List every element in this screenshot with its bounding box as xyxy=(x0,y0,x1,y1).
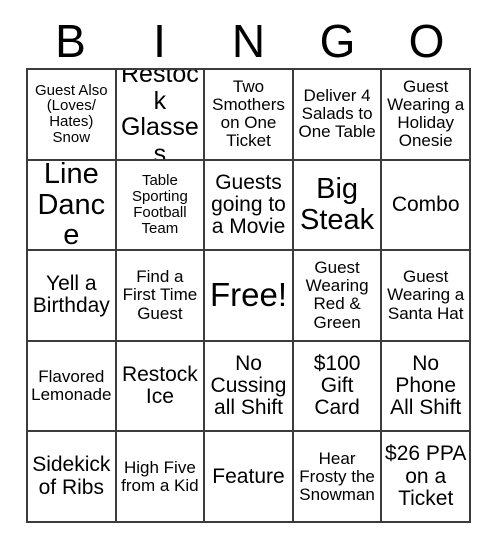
bingo-card: B I N G O Guest Also (Loves/ Hates) Snow… xyxy=(0,0,500,544)
bingo-cell-i3[interactable]: Find a First Time Guest xyxy=(116,251,206,342)
bingo-cell-text: No Cussing all Shift xyxy=(210,351,287,420)
bingo-cell-text: Sidekick of Ribs xyxy=(32,453,111,499)
bingo-cell-o5[interactable]: $26 PPA on a Ticket xyxy=(382,432,471,523)
bingo-cell-n1[interactable]: Two Smothers on One Ticket xyxy=(205,70,294,161)
bingo-cell-o3[interactable]: Guest Wearing a Santa Hat xyxy=(382,251,471,342)
bingo-cell-i2[interactable]: Table Sporting Football Team xyxy=(116,160,206,252)
bingo-cell-text: Combo xyxy=(391,192,460,216)
bingo-cell-text: Restock Glasses xyxy=(120,70,199,161)
bingo-cell-text: Guest Also (Loves/ Hates) Snow xyxy=(35,81,108,147)
bingo-cell-b3[interactable]: Yell a Birthday xyxy=(28,251,117,342)
bingo-cell-text: High Five from a Kid xyxy=(121,457,199,495)
bingo-cell-text: Two Smothers on One Ticket xyxy=(212,77,285,151)
bingo-header-row: B I N G O xyxy=(26,14,471,68)
bingo-cell-n2[interactable]: Guests going to a Movie xyxy=(205,160,294,252)
bingo-cell-text: Free! xyxy=(209,276,287,313)
bingo-cell-text: $26 PPA on a Ticket xyxy=(385,442,467,510)
bingo-cell-text: Restock Ice xyxy=(121,362,198,409)
bingo-cell-text: Yell a Birthday xyxy=(32,272,110,318)
bingo-cell-g1[interactable]: Deliver 4 Salads to One Table xyxy=(293,70,383,161)
bingo-cell-text: Find a First Time Guest xyxy=(122,267,198,323)
bingo-cell-b5[interactable]: Sidekick of Ribs xyxy=(28,432,117,523)
bingo-cell-text: Guest Wearing Red & Green xyxy=(305,258,369,332)
bingo-cell-b2[interactable]: Line Dance xyxy=(28,160,117,252)
bingo-cell-text: $100 Gift Card xyxy=(313,351,361,420)
bingo-cell-b1[interactable]: Guest Also (Loves/ Hates) Snow xyxy=(28,70,117,161)
bingo-header-letter-b: B xyxy=(55,15,86,67)
bingo-cell-text: Big Steak xyxy=(300,173,375,236)
bingo-cell-g3[interactable]: Guest Wearing Red & Green xyxy=(293,251,383,342)
bingo-cell-text: Deliver 4 Salads to One Table xyxy=(298,86,376,142)
bingo-cell-text: Line Dance xyxy=(37,160,106,252)
bingo-cell-text: Guest Wearing a Holiday Onesie xyxy=(387,77,465,151)
bingo-cell-text: Guests going to a Movie xyxy=(211,170,286,239)
bingo-cell-o1[interactable]: Guest Wearing a Holiday Onesie xyxy=(382,70,471,161)
bingo-cell-o4[interactable]: No Phone All Shift xyxy=(382,341,471,433)
bingo-cell-g5[interactable]: Hear Frosty the Snowman xyxy=(293,432,383,523)
bingo-cell-g4[interactable]: $100 Gift Card xyxy=(293,341,383,433)
bingo-header-letter-g: G xyxy=(319,15,356,67)
bingo-grid: Guest Also (Loves/ Hates) Snow Restock G… xyxy=(26,68,471,523)
bingo-cell-text: Flavored Lemonade xyxy=(31,367,112,405)
bingo-cell-i1[interactable]: Restock Glasses xyxy=(116,70,206,161)
bingo-cell-g2[interactable]: Big Steak xyxy=(293,160,383,252)
bingo-cell-n5[interactable]: Feature xyxy=(205,432,294,523)
bingo-cell-free-space[interactable]: Free! xyxy=(205,251,294,342)
bingo-header-letter-o: O xyxy=(408,15,445,67)
bingo-cell-i5[interactable]: High Five from a Kid xyxy=(116,432,206,523)
bingo-cell-text: Hear Frosty the Snowman xyxy=(299,448,375,504)
bingo-cell-i4[interactable]: Restock Ice xyxy=(116,341,206,433)
bingo-cell-o2[interactable]: Combo xyxy=(382,160,471,252)
bingo-cell-b4[interactable]: Flavored Lemonade xyxy=(28,341,117,433)
bingo-cell-text: Feature xyxy=(212,464,285,488)
bingo-header-letter-i: I xyxy=(153,15,166,67)
bingo-cell-text: No Phone All Shift xyxy=(390,351,462,420)
bingo-header-letter-n: N xyxy=(231,15,266,67)
bingo-cell-text: Table Sporting Football Team xyxy=(131,172,188,237)
bingo-cell-text: Guest Wearing a Santa Hat xyxy=(387,267,465,323)
bingo-cell-n4[interactable]: No Cussing all Shift xyxy=(205,341,294,433)
